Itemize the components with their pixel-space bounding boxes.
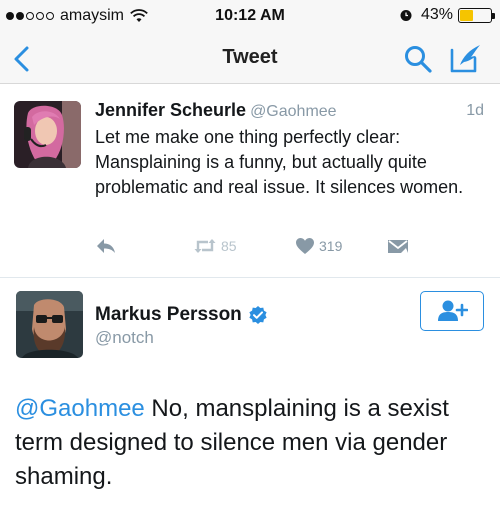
author-handle[interactable]: @notch: [95, 328, 154, 348]
like-button[interactable]: 319: [295, 237, 342, 255]
navigation-bar: Tweet: [0, 34, 500, 84]
tweet-timestamp: 1d: [466, 102, 484, 119]
search-icon[interactable]: [403, 44, 433, 74]
retweet-icon: [194, 239, 216, 253]
mention-link[interactable]: @Gaohmee: [15, 395, 145, 422]
tweet-text: Let me make one thing perfectly clear: M…: [95, 127, 464, 197]
author-name[interactable]: Jennifer Scheurle: [95, 100, 246, 120]
direct-message-button[interactable]: [387, 237, 413, 255]
avatar[interactable]: [14, 101, 81, 168]
direct-message-icon: [388, 240, 408, 253]
follow-user-icon: [438, 300, 468, 321]
alarm-icon: [400, 10, 412, 21]
compose-tweet-icon[interactable]: [449, 42, 483, 74]
status-bar: amaysim 10:12 AM 43%: [0, 0, 500, 34]
author-name-row: Markus Persson: [95, 304, 268, 326]
battery-fill: [460, 9, 473, 21]
author-name[interactable]: Markus Persson: [95, 304, 242, 326]
battery-icon: [458, 7, 495, 23]
tweet-original[interactable]: Jennifer Scheurle @Gaohmee 1d Let me make…: [0, 85, 500, 278]
follow-button[interactable]: [420, 291, 484, 331]
like-count: 319: [319, 238, 343, 254]
tweet-header: Jennifer Scheurle @Gaohmee: [95, 100, 337, 121]
tweet-actions: 85 319: [95, 235, 415, 261]
reply-icon: [97, 239, 115, 253]
avatar[interactable]: [16, 291, 83, 358]
verified-badge-icon: [249, 306, 267, 324]
retweet-button[interactable]: 85: [193, 237, 237, 255]
retweet-count: 85: [221, 238, 237, 254]
battery-percent: 43%: [420, 6, 453, 23]
author-handle[interactable]: @Gaohmee: [250, 103, 337, 120]
heart-icon: [296, 238, 314, 254]
tweet-text: @Gaohmee No, mansplaining is a sexist te…: [15, 392, 495, 494]
reply-button[interactable]: [95, 237, 121, 255]
status-right: 43%: [399, 6, 495, 24]
